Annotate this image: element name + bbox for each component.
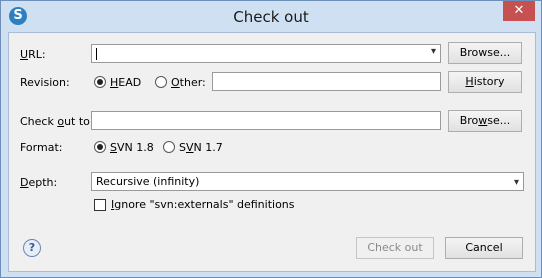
help-icon[interactable]: ? <box>23 239 41 257</box>
dialog-body: URL: ▾ Browse... Revision: HEAD Other: H… <box>8 32 536 272</box>
depth-dropdown[interactable]: Recursive (infinity) ▾ <box>91 172 524 191</box>
dialog-title: Check out <box>233 8 309 26</box>
close-button[interactable]: ✕ <box>503 1 535 21</box>
format-label: Format: <box>20 141 63 154</box>
svn17-radio[interactable] <box>163 141 175 153</box>
svn17-radio-label[interactable]: SVN 1.7 <box>179 141 223 154</box>
chevron-down-icon[interactable]: ▾ <box>431 46 436 57</box>
chevron-down-icon[interactable]: ▾ <box>514 174 519 191</box>
other-radio[interactable] <box>155 76 167 88</box>
svn18-radio-label[interactable]: SVN 1.8 <box>110 141 154 154</box>
head-radio[interactable] <box>94 76 106 88</box>
checkout-to-label: Check out to: <box>20 115 94 128</box>
url-label: URL: <box>20 48 46 61</box>
ignore-externals-checkbox[interactable] <box>94 199 106 211</box>
cancel-button[interactable]: Cancel <box>445 237 523 259</box>
ignore-externals-label[interactable]: Ignore "svn:externals" definitions <box>111 198 295 211</box>
depth-label: Depth: <box>20 176 58 189</box>
checkout-browse-button[interactable]: Browse... <box>448 110 522 132</box>
other-radio-label[interactable]: Other: <box>171 76 206 89</box>
url-browse-button[interactable]: Browse... <box>448 42 522 64</box>
depth-value: Recursive (infinity) <box>96 175 200 188</box>
checkout-button[interactable]: Check out <box>356 237 434 259</box>
text-caret <box>96 48 97 60</box>
other-revision-input[interactable] <box>212 72 441 91</box>
head-radio-label[interactable]: HEAD <box>110 76 141 89</box>
title-bar[interactable]: S Check out ✕ <box>1 1 541 32</box>
revision-label: Revision: <box>20 76 70 89</box>
checkout-path-input[interactable] <box>91 111 441 130</box>
checkout-dialog: S Check out ✕ URL: ▾ Browse... Revision:… <box>0 0 542 278</box>
url-combobox[interactable]: ▾ <box>91 44 441 63</box>
history-button[interactable]: History <box>448 71 522 93</box>
svn18-radio[interactable] <box>94 141 106 153</box>
